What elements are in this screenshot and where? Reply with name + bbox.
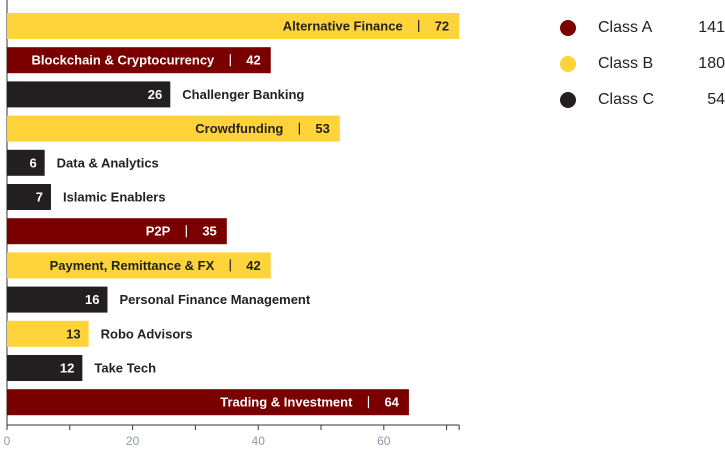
legend: Class A 141 Class B 180 Class C 54 — [560, 10, 725, 118]
category-label: Data & Analytics — [57, 155, 159, 170]
category-label: Personal Finance Management — [119, 292, 310, 307]
value-label: 12 — [60, 361, 74, 376]
bar — [7, 81, 171, 108]
legend-label: Class B — [598, 55, 654, 72]
category-label: Payment, Remittance & FX — [50, 258, 215, 273]
category-label: Robo Advisors — [101, 326, 193, 341]
bar — [7, 218, 227, 245]
legend-swatch-class-b — [560, 56, 576, 72]
category-label: Islamic Enablers — [63, 190, 166, 205]
legend-swatch-class-c — [560, 92, 576, 108]
value-label: 64 — [384, 395, 399, 410]
value-label: 16 — [85, 292, 99, 307]
legend-item-class-c: Class C 54 — [560, 82, 725, 118]
legend-swatch-class-a — [560, 20, 576, 36]
x-tick-label: 60 — [377, 434, 391, 448]
bar — [7, 115, 340, 142]
category-label: Alternative Finance — [283, 19, 403, 34]
value-label: 6 — [29, 155, 36, 170]
value-label: 42 — [246, 258, 260, 273]
category-label: Trading & Investment — [220, 395, 353, 410]
legend-label: Class A — [598, 19, 653, 36]
legend-value: 180 — [698, 55, 725, 72]
legend-value: 141 — [698, 19, 725, 36]
legend-item-class-a: Class A 141 — [560, 10, 725, 46]
category-label: Challenger Banking — [182, 87, 304, 102]
bar — [7, 184, 51, 210]
category-label: P2P — [146, 224, 171, 239]
value-label: 26 — [148, 87, 162, 102]
value-label: 42 — [246, 53, 260, 68]
category-label: Take Tech — [94, 361, 156, 376]
legend-label: Class C — [598, 91, 655, 108]
legend-item-class-b: Class B 180 — [560, 46, 725, 82]
category-label: Blockchain & Cryptocurrency — [32, 53, 216, 68]
legend-value: 54 — [707, 91, 725, 108]
value-label: 7 — [36, 190, 43, 205]
category-label: Crowdfunding — [195, 121, 283, 136]
bar — [7, 149, 45, 176]
value-label: 13 — [66, 326, 80, 341]
x-tick-label: 40 — [252, 434, 266, 448]
value-label: 72 — [435, 19, 449, 34]
value-label: 35 — [202, 224, 216, 239]
value-label: 53 — [315, 121, 329, 136]
x-tick-label: 20 — [126, 434, 140, 448]
x-tick-label: 0 — [4, 434, 11, 448]
